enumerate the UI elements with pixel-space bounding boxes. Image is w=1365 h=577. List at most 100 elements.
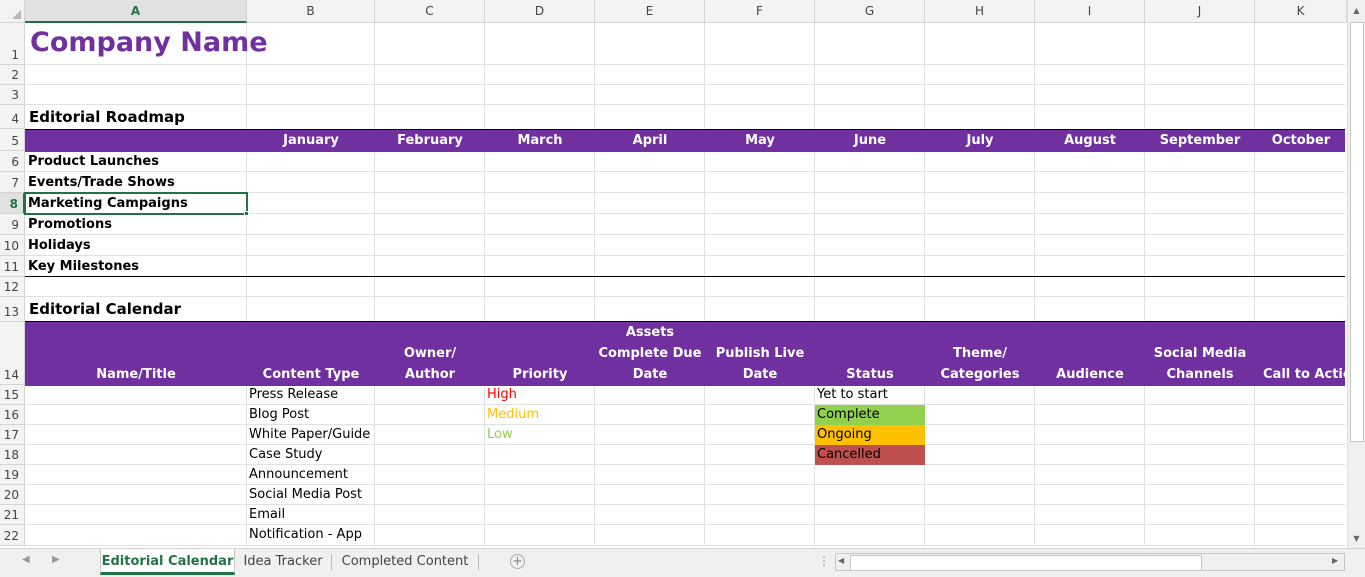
header-publish-line1[interactable]: Publish Live [705,343,815,364]
month-header[interactable]: June [815,130,925,150]
header-owner-line2[interactable]: Author [375,364,485,385]
scroll-up-icon[interactable]: ▲ [1348,2,1365,19]
month-header[interactable]: January [247,130,375,150]
row-header-17[interactable]: 17 [0,425,25,445]
header-assets-line2[interactable]: Complete Due [595,343,705,364]
scroll-left-icon[interactable]: ◀ [838,556,844,565]
tab-completed-content[interactable]: Completed Content [332,549,478,575]
column-header-h[interactable]: H [925,0,1035,23]
content-type-cell[interactable]: Blog Post [249,407,309,422]
month-header[interactable]: October [1255,130,1347,150]
row-header-11[interactable]: 11 [0,256,25,277]
tab-idea-tracker[interactable]: Idea Tracker [235,549,331,575]
row-header-21[interactable]: 21 [0,505,25,525]
column-header-f[interactable]: F [705,0,815,23]
content-type-cell[interactable]: Case Study [249,447,322,462]
row-header-8[interactable]: 8 [0,193,25,214]
content-type-cell[interactable]: Email [249,507,285,522]
scroll-right-icon[interactable]: ▶ [1332,556,1338,565]
roadmap-row-label[interactable]: Product Launches [28,154,159,169]
roadmap-row-label[interactable]: Holidays [28,238,91,253]
column-header-j[interactable]: J [1145,0,1255,23]
add-sheet-icon[interactable]: + [510,554,525,569]
month-header[interactable]: February [375,130,485,150]
header-audience[interactable]: Audience [1035,364,1145,385]
row-header-6[interactable]: 6 [0,151,25,172]
column-header-d[interactable]: D [485,0,595,23]
row-header-9[interactable]: 9 [0,214,25,235]
row-header-22[interactable]: 22 [0,525,25,546]
row-header-19[interactable]: 19 [0,465,25,485]
column-header-k[interactable]: K [1255,0,1347,23]
status-ongoing[interactable]: Ongoing [815,425,925,445]
header-assets-line1[interactable]: Assets [595,322,705,343]
header-theme-line1[interactable]: Theme/ [925,343,1035,364]
row-header-12[interactable]: 12 [0,277,25,297]
row-header-16[interactable]: 16 [0,405,25,425]
content-type-cell[interactable]: White Paper/Guide [249,427,370,442]
header-publish-line2[interactable]: Date [705,364,815,385]
month-header[interactable]: April [595,130,705,150]
status-cancelled[interactable]: Cancelled [815,445,925,465]
horizontal-scrollbar[interactable]: ◀ ▶ [835,553,1345,571]
header-social-line2[interactable]: Channels [1145,364,1255,385]
content-type-cell[interactable]: Announcement [249,467,348,482]
scroll-down-icon[interactable]: ▼ [1348,530,1365,547]
priority-medium[interactable]: Medium [487,407,539,422]
content-type-cell[interactable]: Social Media Post [249,487,362,502]
status-complete[interactable]: Complete [815,405,925,425]
header-status[interactable]: Status [815,364,925,385]
header-owner-line1[interactable]: Owner/ [375,343,485,364]
header-call-to-action[interactable]: Call to Actio [1255,364,1355,385]
row-header-2[interactable]: 2 [0,65,25,85]
column-header-e[interactable]: E [595,0,705,23]
horizontal-scroll-thumb[interactable] [850,555,1202,571]
fill-handle[interactable] [244,211,249,216]
column-header-a[interactable]: A [25,0,247,23]
month-header[interactable]: March [485,130,595,150]
row-header-13[interactable]: 13 [0,297,25,322]
select-all-corner[interactable] [0,0,25,23]
header-assets-line3[interactable]: Date [595,364,705,385]
roadmap-row-label[interactable]: Promotions [28,217,112,232]
column-header-c[interactable]: C [375,0,485,23]
row-header-5[interactable]: 5 [0,129,25,151]
month-header[interactable]: August [1035,130,1145,150]
column-header-i[interactable]: I [1035,0,1145,23]
selected-cell-a8[interactable] [24,192,248,215]
header-content-type[interactable]: Content Type [247,364,375,385]
row-header-3[interactable]: 3 [0,85,25,105]
row-header-4[interactable]: 4 [0,105,25,129]
header-priority[interactable]: Priority [485,364,595,385]
priority-low[interactable]: Low [487,427,513,442]
row-header-15[interactable]: 15 [0,385,25,405]
company-name[interactable]: Company Name [30,27,268,58]
roadmap-row-label[interactable]: Key Milestones [28,259,139,274]
tab-scroll-right-icon[interactable]: ▶ [52,554,60,565]
row-header-20[interactable]: 20 [0,485,25,505]
content-type-cell[interactable]: Notification - App [249,527,362,542]
priority-high[interactable]: High [487,387,517,402]
row-header-1[interactable]: 1 [0,23,25,65]
month-header[interactable]: May [705,130,815,150]
row-header-14[interactable]: 14 [0,322,25,385]
month-header[interactable]: July [925,130,1035,150]
status-yet-to-start[interactable]: Yet to start [815,385,925,405]
header-theme-line2[interactable]: Categories [925,364,1035,385]
column-header-b[interactable]: B [247,0,375,23]
content-type-cell[interactable]: Press Release [249,387,338,402]
header-name-title[interactable]: Name/Title [25,364,247,385]
row-header-10[interactable]: 10 [0,235,25,256]
splitter-handle-icon[interactable]: ⋮ [818,554,830,568]
vertical-scroll-thumb[interactable] [1350,22,1364,442]
roadmap-row-label[interactable]: Events/Trade Shows [28,175,175,190]
row-header-18[interactable]: 18 [0,445,25,465]
column-header-g[interactable]: G [815,0,925,23]
row-header-7[interactable]: 7 [0,172,25,193]
month-header[interactable]: September [1145,130,1255,150]
vertical-scrollbar[interactable]: ▲ ▼ [1347,0,1365,548]
header-social-line1[interactable]: Social Media [1145,343,1255,364]
calendar-title[interactable]: Editorial Calendar [29,300,181,318]
tab-scroll-left-icon[interactable]: ◀ [22,554,30,565]
tab-editorial-calendar[interactable]: Editorial Calendar [100,549,235,575]
